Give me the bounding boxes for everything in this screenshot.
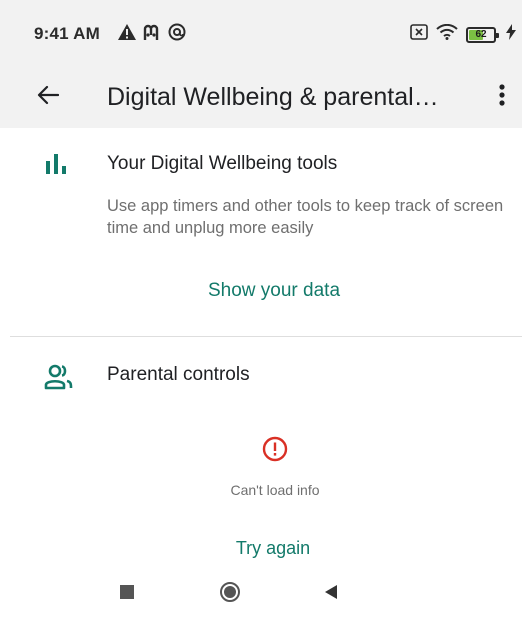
recents-square-icon[interactable] bbox=[120, 585, 134, 599]
content-card: Your Digital Wellbeing tools Use app tim… bbox=[0, 128, 522, 624]
parental-controls-title: Parental controls bbox=[107, 364, 250, 385]
try-again-button[interactable]: Try again bbox=[0, 538, 522, 559]
battery-level: 62 bbox=[475, 29, 487, 40]
error-circle-icon bbox=[262, 436, 288, 462]
system-icons: 62 bbox=[410, 23, 516, 45]
back-button[interactable] bbox=[30, 79, 66, 115]
status-bar: 9:41 AM 62 bbox=[0, 0, 522, 66]
wifi-icon bbox=[436, 23, 458, 45]
m-logo-icon bbox=[142, 23, 162, 46]
app-bar: Digital Wellbeing & parental… bbox=[0, 66, 522, 128]
home-circle-inner bbox=[223, 586, 236, 598]
wellbeing-description: Use app timers and other tools to keep t… bbox=[107, 197, 504, 237]
page-title: Digital Wellbeing & parental… bbox=[107, 83, 439, 111]
more-options-button[interactable] bbox=[488, 78, 516, 116]
sim-off-icon bbox=[410, 24, 428, 45]
battery-icon: 62 bbox=[466, 26, 499, 43]
more-vertical-icon bbox=[499, 83, 505, 111]
notification-icons bbox=[118, 23, 186, 46]
wellbeing-section-title: Your Digital Wellbeing tools bbox=[107, 153, 338, 174]
show-your-data-button[interactable]: Show your data bbox=[0, 280, 522, 302]
navigation-bar bbox=[103, 572, 367, 612]
section-divider bbox=[10, 336, 522, 337]
warning-triangle-icon bbox=[118, 24, 136, 45]
back-triangle-icon[interactable] bbox=[325, 585, 337, 599]
error-message: Can't load info bbox=[230, 482, 320, 498]
at-circle-icon bbox=[168, 23, 186, 46]
arrow-left-icon bbox=[37, 85, 60, 110]
people-icon bbox=[44, 364, 74, 390]
bar-chart-icon bbox=[44, 152, 70, 176]
home-circle-icon[interactable] bbox=[219, 582, 240, 602]
status-time: 9:41 AM bbox=[34, 24, 100, 43]
charging-bolt-icon bbox=[506, 24, 516, 45]
